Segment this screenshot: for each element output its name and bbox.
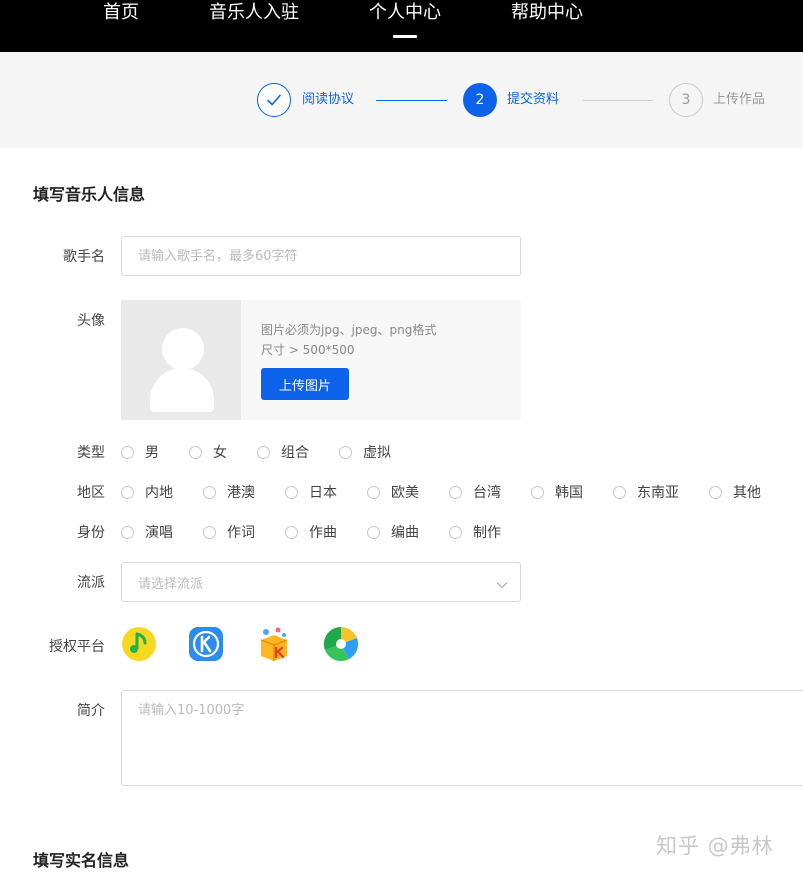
radio-region-japan[interactable]: 日本 xyxy=(285,482,337,502)
radio-circle[interactable] xyxy=(339,445,352,459)
radio-region-southeast-asia[interactable]: 东南亚 xyxy=(613,482,679,502)
step-connector xyxy=(376,100,447,101)
radio-region-western[interactable]: 欧美 xyxy=(367,482,419,502)
nav-item-join[interactable]: 音乐人入驻 xyxy=(209,0,299,52)
radio-circle[interactable] xyxy=(203,485,216,499)
top-nav: 首页 音乐人入驻 个人中心 帮助中心 xyxy=(0,0,803,52)
radio-circle[interactable] xyxy=(449,485,462,499)
step-connector xyxy=(583,100,653,101)
field-label-type: 类型 xyxy=(77,445,105,461)
field-label-intro: 简介 xyxy=(77,703,105,719)
intro-textarea[interactable] xyxy=(121,690,803,786)
chevron-down-icon xyxy=(496,576,508,595)
nav-item-label: 帮助中心 xyxy=(511,2,583,23)
type-radio-group: 男 女 组合 虚拟 xyxy=(121,442,801,462)
avatar-size-hint: 尺寸 > 500*500 xyxy=(261,343,355,357)
radio-label: 女 xyxy=(213,445,227,461)
radio-type-group[interactable]: 组合 xyxy=(257,442,309,462)
avatar-format-hint: 图片必须为jpg、jpeg、png格式 xyxy=(261,323,437,337)
radio-identity-sing[interactable]: 演唱 xyxy=(121,522,173,542)
radio-circle[interactable] xyxy=(121,525,134,539)
radio-circle[interactable] xyxy=(189,445,202,459)
field-label-region: 地区 xyxy=(77,485,105,501)
radio-identity-arrange[interactable]: 编曲 xyxy=(367,522,419,542)
step-3-label: 上传作品 xyxy=(713,92,766,107)
genre-select-placeholder: 请选择流派 xyxy=(138,577,204,592)
radio-circle[interactable] xyxy=(449,525,462,539)
step-1-label: 阅读协议 xyxy=(302,92,355,107)
field-label-singer-name: 歌手名 xyxy=(63,249,105,265)
nav-item-personal-center[interactable]: 个人中心 xyxy=(369,0,441,52)
identity-radio-group: 演唱 作词 作曲 编曲 制作 xyxy=(121,522,801,542)
radio-label: 组合 xyxy=(281,445,309,461)
kugou-icon[interactable] xyxy=(188,626,224,662)
radio-circle[interactable] xyxy=(257,445,270,459)
progress-steps: 阅读协议 2 提交资料 3 上传作品 xyxy=(0,52,803,148)
radio-label: 作词 xyxy=(227,525,255,541)
genre-select[interactable]: 请选择流派 xyxy=(121,562,521,602)
radio-circle[interactable] xyxy=(121,445,134,459)
radio-circle[interactable] xyxy=(709,485,722,499)
nav-item-help[interactable]: 帮助中心 xyxy=(511,0,583,52)
radio-circle[interactable] xyxy=(203,525,216,539)
radio-circle[interactable] xyxy=(285,485,298,499)
field-label-genre: 流派 xyxy=(77,575,105,591)
radio-region-other[interactable]: 其他 xyxy=(709,482,761,502)
radio-type-male[interactable]: 男 xyxy=(121,442,159,462)
radio-label: 台湾 xyxy=(473,485,501,501)
region-radio-group: 内地 港澳 日本 欧美 台湾 韩国 东南亚 其他 xyxy=(121,482,801,502)
nav-item-label: 音乐人入驻 xyxy=(209,2,299,23)
radio-region-taiwan[interactable]: 台湾 xyxy=(449,482,501,502)
section-title-realname-info: 填写实名信息 xyxy=(33,851,130,870)
radio-label: 欧美 xyxy=(391,485,419,501)
avatar-placeholder-icon xyxy=(121,300,241,420)
radio-circle[interactable] xyxy=(121,485,134,499)
radio-label: 东南亚 xyxy=(637,485,679,501)
radio-label: 其他 xyxy=(733,485,761,501)
field-label-avatar: 头像 xyxy=(77,313,105,329)
radio-circle[interactable] xyxy=(367,525,380,539)
radio-identity-lyrics[interactable]: 作词 xyxy=(203,522,255,542)
radio-circle[interactable] xyxy=(613,485,626,499)
radio-type-virtual[interactable]: 虚拟 xyxy=(339,442,391,462)
radio-identity-produce[interactable]: 制作 xyxy=(449,522,501,542)
radio-region-korea[interactable]: 韩国 xyxy=(531,482,583,502)
watermark: 知乎 @弗林 xyxy=(656,834,774,858)
radio-region-mainland[interactable]: 内地 xyxy=(121,482,173,502)
singer-name-input[interactable] xyxy=(121,236,521,276)
step-3-number: 3 xyxy=(669,83,703,117)
kuwo-music-icon[interactable] xyxy=(323,626,359,662)
radio-label: 韩国 xyxy=(555,485,583,501)
step-1-check-icon xyxy=(257,83,291,117)
upload-image-button[interactable]: 上传图片 xyxy=(261,368,349,400)
field-label-platforms: 授权平台 xyxy=(49,639,105,655)
radio-label: 男 xyxy=(145,445,159,461)
radio-label: 演唱 xyxy=(145,525,173,541)
radio-label: 作曲 xyxy=(309,525,337,541)
step-2-label: 提交资料 xyxy=(507,92,560,107)
field-label-identity: 身份 xyxy=(77,525,105,541)
radio-label: 编曲 xyxy=(391,525,419,541)
qq-music-icon[interactable] xyxy=(121,626,157,662)
radio-region-hk-macau[interactable]: 港澳 xyxy=(203,482,255,502)
radio-circle[interactable] xyxy=(367,485,380,499)
section-title-artist-info: 填写音乐人信息 xyxy=(33,185,146,204)
radio-label: 日本 xyxy=(309,485,337,501)
radio-identity-compose[interactable]: 作曲 xyxy=(285,522,337,542)
nav-item-label: 个人中心 xyxy=(369,2,441,23)
radio-label: 港澳 xyxy=(227,485,255,501)
radio-label: 虚拟 xyxy=(363,445,391,461)
radio-circle[interactable] xyxy=(531,485,544,499)
radio-circle[interactable] xyxy=(285,525,298,539)
step-2-number: 2 xyxy=(463,83,497,117)
radio-label: 制作 xyxy=(473,525,501,541)
nav-item-home[interactable]: 首页 xyxy=(103,0,139,52)
nav-active-indicator xyxy=(393,35,417,38)
radio-label: 内地 xyxy=(145,485,173,501)
radio-type-female[interactable]: 女 xyxy=(189,442,227,462)
nav-item-label: 首页 xyxy=(103,2,139,23)
kuwo-k-song-icon[interactable] xyxy=(256,626,292,662)
avatar-upload-area: 图片必须为jpg、jpeg、png格式 尺寸 > 500*500 上传图片 xyxy=(121,300,521,420)
